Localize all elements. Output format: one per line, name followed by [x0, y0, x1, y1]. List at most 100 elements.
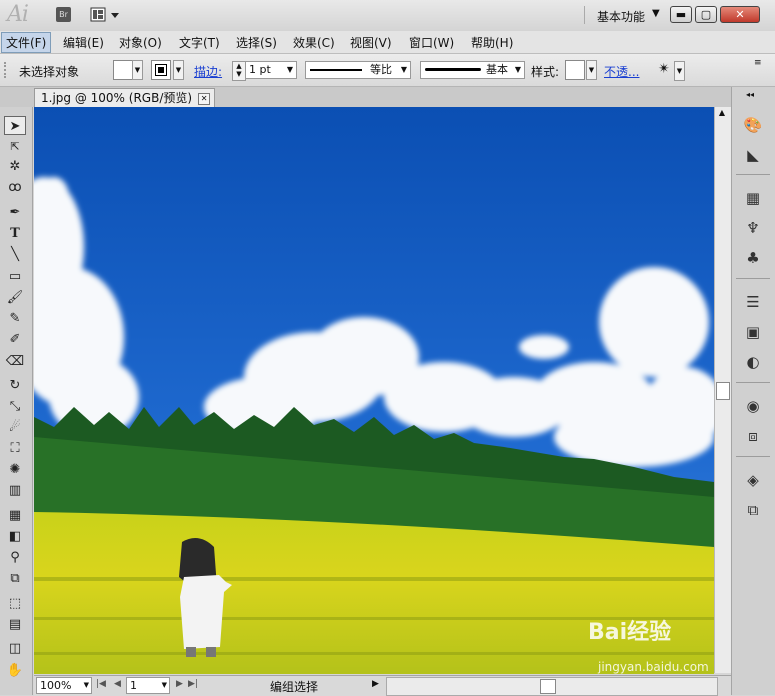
magic-wand-tool-icon[interactable]: ✲	[4, 157, 26, 176]
symbol-sprayer-tool-icon[interactable]: ✺	[4, 460, 26, 479]
profile-label: 等比	[370, 63, 392, 76]
rectangle-tool-icon[interactable]: ▭	[4, 267, 26, 286]
expand-panels-icon[interactable]: ◂◂	[746, 90, 754, 99]
zoom-field[interactable]: 100% ▼	[36, 677, 92, 694]
menu-object[interactable]: 对象(O)	[119, 34, 162, 51]
watermark-brand: Bai经验	[588, 620, 672, 645]
gradient-panel-icon[interactable]: ▣	[741, 321, 765, 343]
style-label: 样式:	[531, 65, 560, 79]
mesh-tool-icon[interactable]: ▦	[4, 506, 26, 525]
panel-menu-icon[interactable]: ≡	[754, 58, 762, 68]
close-button[interactable]: ✕	[720, 6, 760, 23]
workspace-switcher[interactable]: 基本功能	[597, 8, 645, 25]
eyedropper-tool-icon[interactable]: ⚲	[4, 548, 26, 567]
hand-tool-icon[interactable]: ✋	[4, 661, 26, 680]
transparency-panel-icon[interactable]: ◐	[741, 351, 765, 373]
stroke-weight-stepper[interactable]: ▲ ▼	[232, 61, 246, 81]
slice-tool-icon[interactable]: ◫	[4, 639, 26, 658]
menu-file[interactable]: 文件(F)	[1, 32, 52, 53]
menu-type[interactable]: 文字(T)	[179, 34, 220, 51]
stroke-dropdown[interactable]: ▼	[173, 60, 184, 80]
document-tab[interactable]: 1.jpg @ 100% (RGB/预览) ✕	[34, 88, 216, 108]
free-transform-tool-icon[interactable]: ⛶	[4, 439, 26, 458]
gradient-tool-icon[interactable]: ◧	[4, 527, 26, 546]
landscape-image	[34, 107, 714, 674]
next-artboard-icon[interactable]: ▶	[176, 679, 183, 689]
scale-tool-icon[interactable]: ⤡	[4, 397, 26, 416]
previous-artboard-icon[interactable]: ◀	[114, 679, 121, 689]
swatches-panel-icon[interactable]: ▦	[741, 187, 765, 209]
tools-panel: ▸▸ ➤ ⇱ ✲ ꝏ ✒ T ╲ ▭ 🖌 ✎ ✐ ⌫ ↻ ⤡ ☄ ⛶ ✺ ▥ ▦…	[0, 87, 33, 695]
chevron-down-icon: ▼	[286, 65, 293, 74]
rotate-tool-icon[interactable]: ↻	[4, 376, 26, 395]
stroke-panel-icon[interactable]: ☰	[741, 291, 765, 313]
watermark-url: jingyan.baidu.com	[598, 660, 709, 674]
brush-label: 基本	[486, 63, 508, 76]
artboard-canvas[interactable]	[34, 107, 714, 674]
graphic-style-dropdown[interactable]: ▼	[586, 60, 597, 80]
arrange-documents-button[interactable]	[90, 7, 120, 23]
line-tool-icon[interactable]: ╲	[4, 245, 26, 264]
scroll-up-icon[interactable]: ▲	[716, 108, 728, 120]
scroll-thumb[interactable]	[716, 382, 730, 400]
control-bar-grip[interactable]	[4, 62, 9, 78]
color-panel-icon[interactable]: 🎨	[741, 114, 765, 136]
horizontal-scroll-thumb[interactable]	[540, 679, 556, 694]
first-artboard-icon[interactable]: |◀	[96, 679, 106, 689]
color-guide-panel-icon[interactable]: ◣	[741, 144, 765, 166]
maximize-icon: ▢	[700, 8, 712, 21]
layers-panel-icon[interactable]: ◈	[741, 469, 765, 491]
direct-selection-tool-icon[interactable]: ⇱	[4, 137, 26, 156]
warp-tool-icon[interactable]: ☄	[4, 418, 26, 437]
eraser-tool-icon[interactable]: ⌫	[4, 352, 26, 371]
title-bar: Ai Br 基本功能 ▼ ▬ ▢ ✕	[0, 0, 775, 32]
graphic-style-swatch[interactable]	[565, 60, 585, 80]
type-tool-icon[interactable]: T	[4, 224, 26, 243]
pen-tool-icon[interactable]: ✒	[4, 203, 26, 222]
stroke-weight-field[interactable]: 1 pt ▼	[245, 61, 297, 79]
artboards-panel-icon[interactable]: ⧉	[741, 499, 765, 521]
paintbrush-tool-icon[interactable]: 🖌	[4, 288, 26, 307]
lasso-tool-icon[interactable]: ꝏ	[4, 178, 26, 197]
menu-help[interactable]: 帮助(H)	[471, 34, 513, 51]
menu-select[interactable]: 选择(S)	[236, 34, 277, 51]
live-paint-tool-icon[interactable]: ⬚	[4, 594, 26, 613]
maximize-button[interactable]: ▢	[695, 6, 717, 23]
stroke-link[interactable]: 描边:	[194, 63, 222, 80]
artboard-number-field[interactable]: 1 ▼	[126, 677, 170, 694]
status-menu-icon[interactable]: ▶	[372, 679, 379, 689]
variable-width-profile[interactable]: 等比 ▼	[305, 61, 411, 79]
stroke-swatch[interactable]	[151, 60, 171, 80]
graphic-styles-panel-icon[interactable]: ⧈	[741, 425, 765, 447]
menu-effect[interactable]: 效果(C)	[293, 34, 335, 51]
menu-view[interactable]: 视图(V)	[350, 34, 392, 51]
appearance-panel-icon[interactable]: ◉	[741, 395, 765, 417]
status-text: 编组选择	[270, 680, 319, 694]
close-tab-icon[interactable]: ✕	[198, 92, 211, 105]
blob-brush-tool-icon[interactable]: ✐	[4, 330, 26, 349]
symbols-panel-icon[interactable]: ♣	[741, 247, 765, 269]
selection-status: 未选择对象	[19, 65, 80, 79]
workspace-dropdown-icon[interactable]: ▼	[652, 8, 660, 19]
last-artboard-icon[interactable]: ▶|	[188, 679, 198, 689]
recolor-dropdown[interactable]: ▼	[674, 61, 685, 81]
horizontal-scrollbar[interactable]	[386, 677, 718, 696]
vertical-scrollbar[interactable]: ▲	[714, 107, 731, 673]
pencil-tool-icon[interactable]: ✎	[4, 309, 26, 328]
opacity-link[interactable]: 不透...	[604, 63, 639, 80]
menu-window[interactable]: 窗口(W)	[409, 34, 454, 51]
zoom-value: 100%	[40, 679, 72, 692]
minimize-button[interactable]: ▬	[670, 6, 692, 23]
artboard-tool-icon[interactable]: ▤	[4, 615, 26, 634]
blend-tool-icon[interactable]: ⧉	[4, 569, 26, 588]
fill-dropdown[interactable]: ▼	[132, 60, 143, 80]
fill-swatch[interactable]	[113, 60, 133, 80]
recolor-artwork-icon[interactable]: ✴	[655, 61, 673, 79]
menu-bar: 文件(F) 编辑(E) 对象(O) 文字(T) 选择(S) 效果(C) 视图(V…	[0, 31, 775, 54]
menu-edit[interactable]: 编辑(E)	[63, 34, 104, 51]
brush-definition[interactable]: 基本 ▼	[420, 61, 525, 79]
column-graph-tool-icon[interactable]: ▥	[4, 481, 26, 500]
selection-tool-icon[interactable]: ➤	[4, 116, 26, 135]
brushes-panel-icon[interactable]: ♆	[741, 217, 765, 239]
bridge-button[interactable]: Br	[56, 7, 71, 22]
